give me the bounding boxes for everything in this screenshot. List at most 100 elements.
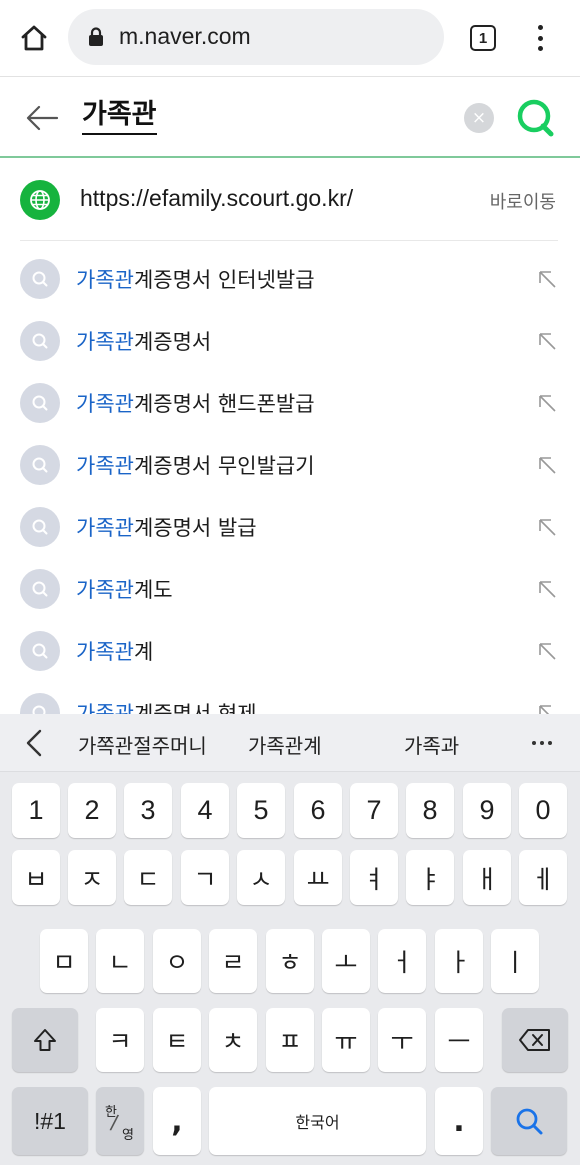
search-key[interactable] (491, 1087, 567, 1155)
goto-link-button[interactable]: 바로이동 (490, 188, 556, 214)
key-vowel[interactable]: ㅣ (491, 929, 539, 993)
search-icon (20, 631, 60, 671)
prediction-item[interactable]: 가쪽관절주머니 (78, 730, 207, 759)
suggestion-text: 가족관계 (76, 640, 154, 664)
suggestion-item[interactable]: 가족관계증명서 형제 (0, 682, 580, 714)
key-vowel[interactable]: ㅕ (350, 850, 398, 905)
key-consonant[interactable]: ㅎ (266, 929, 314, 993)
lock-icon (89, 27, 103, 46)
key-consonant[interactable]: ㅇ (153, 929, 201, 993)
suggestion-text: 가족관계증명서 발급 (76, 516, 257, 540)
language-switch-key[interactable]: 한 / 영 (96, 1087, 144, 1155)
key-6[interactable]: 6 (294, 783, 342, 838)
key-vowel[interactable]: ㅏ (435, 929, 483, 993)
search-icon (20, 259, 60, 299)
key-2[interactable]: 2 (68, 783, 116, 838)
key-1[interactable]: 1 (12, 783, 60, 838)
home-icon (21, 25, 47, 51)
suggestion-text: 가족관계증명서 핸드폰발급 (76, 392, 315, 416)
key-vowel[interactable]: ㅐ (463, 850, 511, 905)
key-9[interactable]: 9 (463, 783, 511, 838)
search-header: 가족관 × (0, 78, 580, 158)
key-vowel[interactable]: ㅔ (519, 850, 567, 905)
comma-key[interactable]: , (153, 1087, 201, 1155)
suggestion-item[interactable]: 가족관계 (0, 620, 580, 682)
shift-key[interactable] (12, 1008, 78, 1072)
fill-query-arrow-icon[interactable] (536, 702, 558, 714)
suggestion-list: 가족관계증명서 인터넷발급 가족관계증명서 가족관계증명서 핸드폰발급 가족관계… (0, 248, 580, 714)
key-vowel[interactable]: ㅑ (406, 850, 454, 905)
period-key[interactable]: . (435, 1087, 483, 1155)
fill-query-arrow-icon[interactable] (536, 516, 558, 538)
on-screen-keyboard: 가쪽관절주머니 가족관계 가족과 1 2 3 4 5 6 7 8 9 0 ㅂ ㅈ… (0, 714, 580, 1165)
key-8[interactable]: 8 (406, 783, 454, 838)
key-0[interactable]: 0 (519, 783, 567, 838)
key-consonant[interactable]: ㄱ (181, 850, 229, 905)
address-bar[interactable]: m.naver.com (68, 9, 444, 65)
key-4[interactable]: 4 (181, 783, 229, 838)
fill-query-arrow-icon[interactable] (536, 640, 558, 662)
suggestion-text: 가족관계증명서 무인발급기 (76, 454, 315, 478)
key-consonant[interactable]: ㅍ (266, 1008, 314, 1072)
fill-query-arrow-icon[interactable] (536, 454, 558, 476)
divider (20, 240, 558, 241)
key-3[interactable]: 3 (124, 783, 172, 838)
key-vowel[interactable]: ㅠ (322, 1008, 370, 1072)
prediction-item[interactable]: 가족과 (404, 730, 459, 759)
tab-switcher-button[interactable]: 1 (470, 25, 496, 51)
key-consonant[interactable]: ㄴ (96, 929, 144, 993)
key-7[interactable]: 7 (350, 783, 398, 838)
key-vowel[interactable]: ㅗ (322, 929, 370, 993)
search-input[interactable]: 가족관 (82, 98, 157, 135)
key-vowel[interactable]: ㅡ (435, 1008, 483, 1072)
key-consonant[interactable]: ㅅ (237, 850, 285, 905)
key-consonant[interactable]: ㅁ (40, 929, 88, 993)
search-icon (20, 321, 60, 361)
prediction-item[interactable]: 가족관계 (248, 730, 322, 759)
search-icon[interactable] (514, 96, 558, 140)
suggestion-text: 가족관계증명서 형제 (76, 702, 257, 714)
fill-query-arrow-icon[interactable] (536, 578, 558, 600)
clear-input-button[interactable]: × (464, 103, 494, 133)
chevron-left-icon[interactable] (22, 727, 46, 759)
lang-label-bottom: 영 (122, 1128, 134, 1143)
fill-query-arrow-icon[interactable] (536, 392, 558, 414)
search-icon (20, 445, 60, 485)
key-consonant[interactable]: ㅂ (12, 850, 60, 905)
key-5[interactable]: 5 (237, 783, 285, 838)
suggestion-item[interactable]: 가족관계도 (0, 558, 580, 620)
suggestion-text: 가족관계도 (76, 578, 173, 602)
backspace-key[interactable] (502, 1008, 568, 1072)
suggestion-item[interactable]: 가족관계증명서 핸드폰발급 (0, 372, 580, 434)
search-icon (516, 1108, 543, 1135)
key-consonant[interactable]: ㄹ (209, 929, 257, 993)
suggestion-text: 가족관계증명서 (76, 330, 212, 354)
suggestion-item[interactable]: 가족관계증명서 발급 (0, 496, 580, 558)
home-button[interactable] (14, 18, 54, 58)
search-icon (20, 569, 60, 609)
fill-query-arrow-icon[interactable] (536, 330, 558, 352)
more-icon[interactable] (532, 741, 552, 745)
browser-toolbar: m.naver.com 1 (0, 0, 580, 77)
prediction-bar: 가쪽관절주머니 가족관계 가족과 (0, 714, 580, 772)
key-vowel[interactable]: ㅜ (378, 1008, 426, 1072)
key-consonant[interactable]: ㅌ (153, 1008, 201, 1072)
backspace-icon (519, 1029, 550, 1051)
symbols-key[interactable]: !#1 (12, 1087, 88, 1155)
key-vowel[interactable]: ㅛ (294, 850, 342, 905)
more-menu-icon[interactable] (528, 22, 552, 54)
fill-query-arrow-icon[interactable] (536, 268, 558, 290)
key-consonant[interactable]: ㅊ (209, 1008, 257, 1072)
key-vowel[interactable]: ㅓ (378, 929, 426, 993)
key-consonant[interactable]: ㄷ (124, 850, 172, 905)
suggestion-item[interactable]: 가족관계증명서 (0, 310, 580, 372)
search-icon (20, 507, 60, 547)
key-consonant[interactable]: ㅋ (96, 1008, 144, 1072)
back-arrow-icon[interactable] (24, 100, 60, 136)
suggestion-item[interactable]: 가족관계증명서 무인발급기 (0, 434, 580, 496)
close-icon: × (471, 108, 487, 128)
suggestion-item[interactable]: 가족관계증명서 인터넷발급 (0, 248, 580, 310)
space-key[interactable]: 한국어 (209, 1087, 426, 1155)
key-consonant[interactable]: ㅈ (68, 850, 116, 905)
direct-link-row[interactable]: https://efamily.scourt.go.kr/ 바로이동 (0, 160, 580, 240)
